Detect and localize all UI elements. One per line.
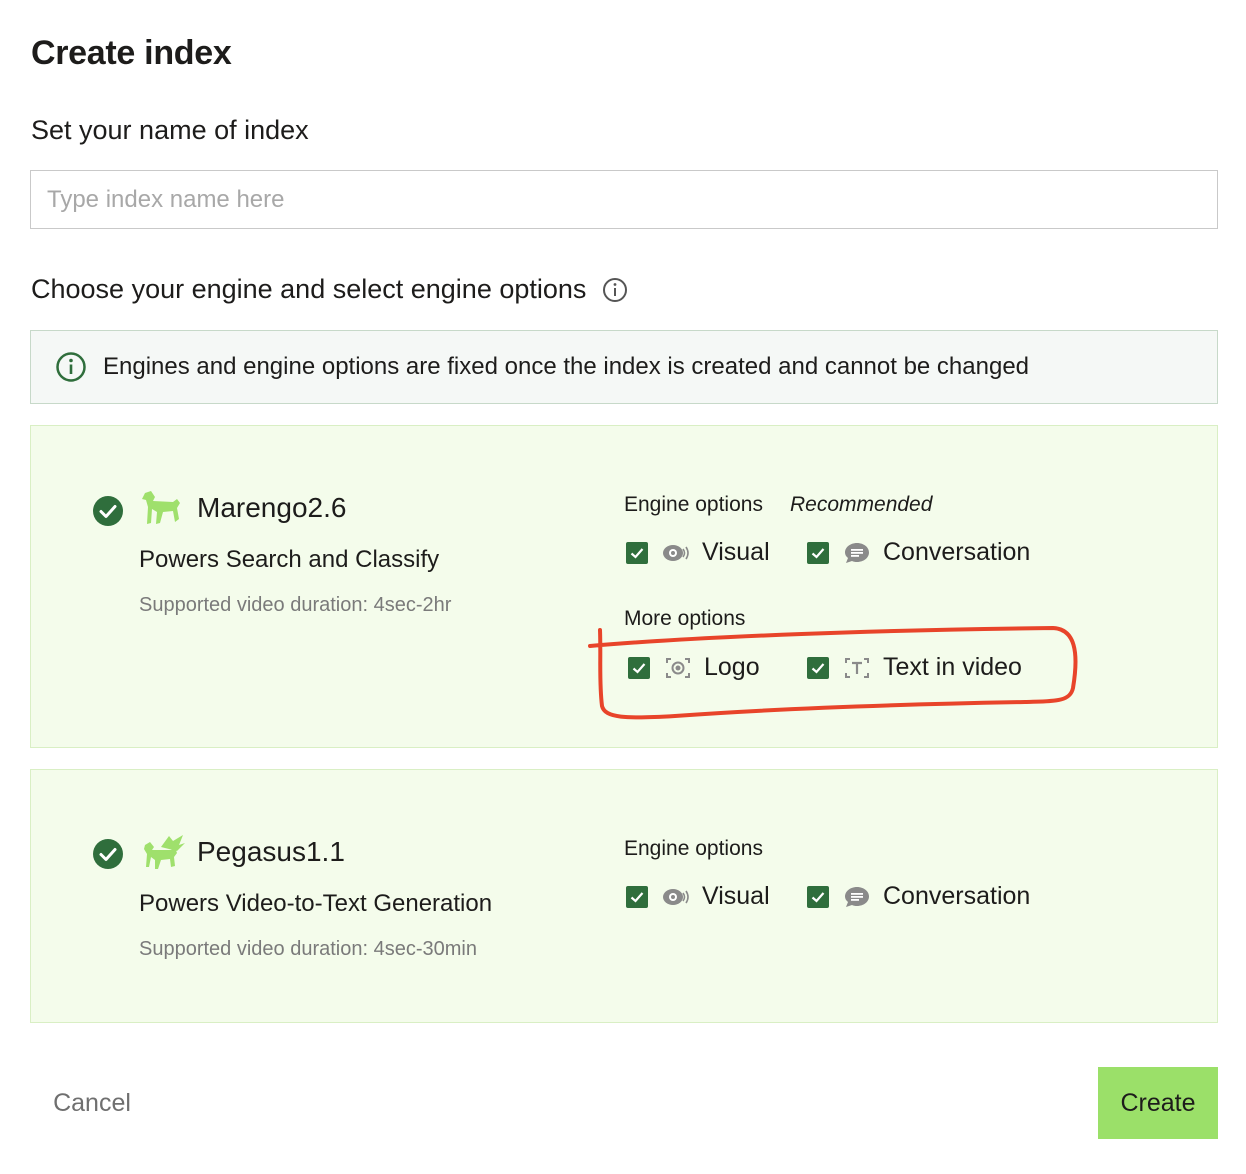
check-icon <box>811 547 825 559</box>
option-label: Conversation <box>883 538 1031 566</box>
index-name-input[interactable] <box>30 170 1218 229</box>
index-name-heading: Set your name of index <box>31 115 309 145</box>
option-label: Conversation <box>883 882 1031 910</box>
visual-icon <box>663 544 689 561</box>
checkbox[interactable] <box>807 885 829 908</box>
checkbox[interactable] <box>807 541 829 564</box>
more-options-heading: More options <box>624 607 746 630</box>
option-label: Visual <box>702 882 770 910</box>
option-visual[interactable]: Visual <box>626 882 770 911</box>
checkbox[interactable] <box>626 885 648 908</box>
visual-icon <box>663 888 689 905</box>
selected-check-icon[interactable] <box>92 495 124 527</box>
engine-duration: Supported video duration: 4sec-2hr <box>139 594 452 616</box>
conversation-icon <box>845 542 869 563</box>
option-conversation[interactable]: Conversation <box>807 882 1030 911</box>
horse-icon <box>142 491 180 524</box>
check-icon <box>811 891 825 903</box>
engine-duration: Supported video duration: 4sec-30min <box>139 938 477 960</box>
conversation-icon <box>845 886 869 907</box>
info-icon <box>56 352 86 382</box>
notice-text: Engines and engine options are fixed onc… <box>103 353 1030 380</box>
option-text-in-video[interactable]: Text in video <box>807 653 1022 682</box>
selected-check-icon[interactable] <box>92 838 124 870</box>
engine-options-heading: Engine options <box>624 493 763 516</box>
recommended-badge: Recommended <box>790 493 933 516</box>
pegasus-icon <box>144 835 185 869</box>
engine-description: Powers Video-to-Text Generation <box>139 890 493 917</box>
check-icon <box>811 662 825 674</box>
option-label: Visual <box>702 538 770 566</box>
option-label: Text in video <box>883 653 1022 681</box>
check-icon <box>632 662 646 674</box>
check-icon <box>630 547 644 559</box>
checkbox[interactable] <box>626 541 648 564</box>
option-conversation[interactable]: Conversation <box>807 538 1030 567</box>
engine-description: Powers Search and Classify <box>139 546 440 573</box>
dialog-title: Create index <box>31 34 232 72</box>
option-visual[interactable]: Visual <box>626 538 770 567</box>
engine-heading: Choose your engine and select engine opt… <box>31 274 587 304</box>
checkbox[interactable] <box>628 656 650 679</box>
engine-name: Marengo2.6 <box>197 492 347 523</box>
text-in-video-icon <box>845 657 869 678</box>
engine-card-pegasus[interactable]: Pegasus1.1 Powers Video-to-Text Generati… <box>30 769 1218 1023</box>
engine-options-heading: Engine options <box>624 837 763 860</box>
engine-name: Pegasus1.1 <box>197 836 345 867</box>
engine-notice-banner: Engines and engine options are fixed onc… <box>30 330 1218 404</box>
logo-icon <box>666 657 690 678</box>
engine-card-marengo[interactable]: Marengo2.6 Powers Search and Classify Su… <box>30 425 1218 748</box>
engine-heading-row: Choose your engine and select engine opt… <box>31 274 628 305</box>
cancel-button[interactable]: Cancel <box>30 1068 154 1138</box>
check-icon <box>630 891 644 903</box>
create-button[interactable]: Create <box>1098 1067 1218 1139</box>
checkbox[interactable] <box>807 656 829 679</box>
option-label: Logo <box>704 653 760 681</box>
info-icon[interactable] <box>602 277 628 303</box>
option-logo[interactable]: Logo <box>628 653 760 682</box>
